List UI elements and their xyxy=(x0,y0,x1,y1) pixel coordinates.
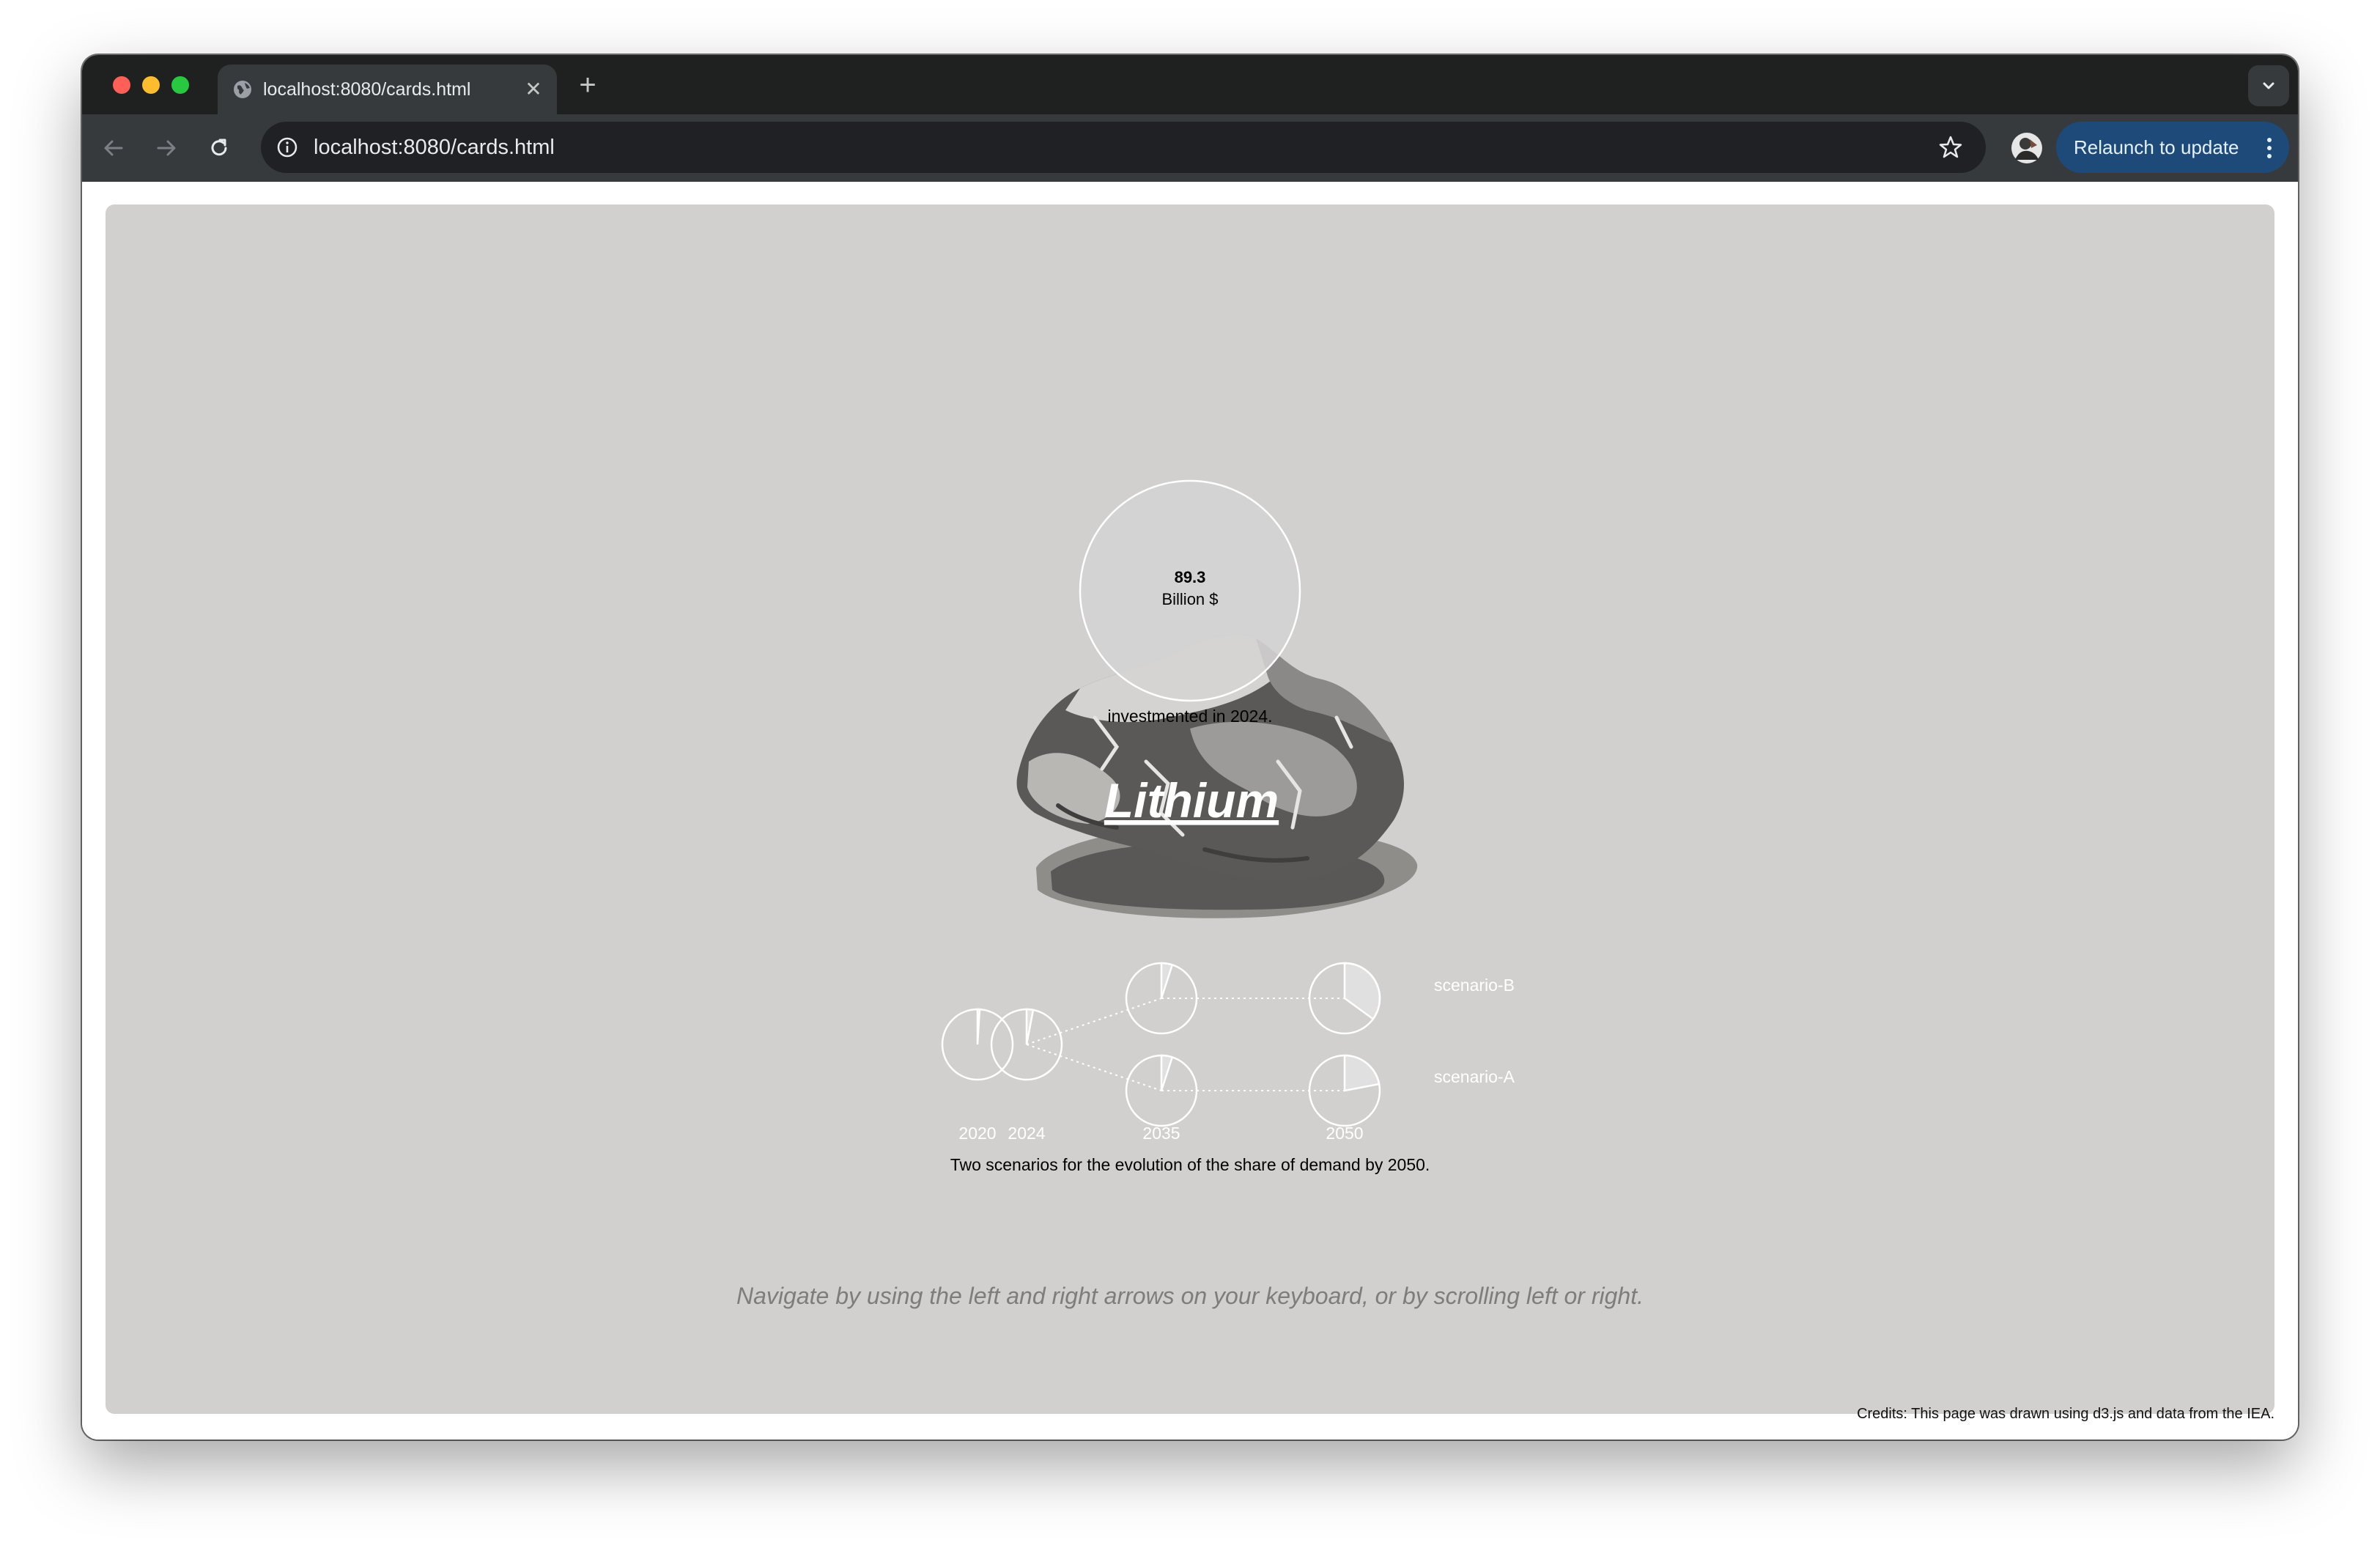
reload-icon[interactable] xyxy=(205,134,233,162)
investment-unit: Billion $ xyxy=(1161,590,1218,608)
series-label-scenario-b: scenario-B xyxy=(1434,976,1515,995)
series-label-scenario-a: scenario-A xyxy=(1434,1067,1515,1086)
navigation-hint: Navigate by using the left and right arr… xyxy=(736,1283,1644,1309)
globe-icon xyxy=(234,81,251,98)
scenario-connector xyxy=(1026,998,1162,1045)
scenario-connector xyxy=(1026,1044,1162,1091)
browser-window: localhost:8080/cards.html ✕ + localhost:… xyxy=(82,55,2298,1440)
tab-active[interactable]: localhost:8080/cards.html ✕ xyxy=(218,64,557,116)
page-viewport: 89.3 Billion $ investmented in 2024. Lit… xyxy=(82,182,2298,1440)
investment-value: 89.3 xyxy=(1175,568,1206,586)
avatar[interactable] xyxy=(2009,130,2044,166)
year-label-2050: 2050 xyxy=(1326,1124,1363,1143)
investment-caption: investmented in 2024. xyxy=(1107,707,1272,726)
plus-icon[interactable]: + xyxy=(573,70,602,101)
browser-toolbar: localhost:8080/cards.html Relaunch to up… xyxy=(82,114,2298,182)
kebab-menu-icon[interactable] xyxy=(2264,136,2274,160)
tab-title: localhost:8080/cards.html xyxy=(263,79,471,100)
year-label-2020: 2020 xyxy=(958,1124,996,1143)
mineral-card: 89.3 Billion $ investmented in 2024. Lit… xyxy=(106,204,2274,1414)
relaunch-label: Relaunch to update xyxy=(2074,136,2239,158)
chevron-down-icon xyxy=(2263,82,2274,89)
close-window-button[interactable] xyxy=(113,76,130,94)
arrow-left-icon[interactable] xyxy=(100,134,128,162)
credits: Credits: This page was drawn using d3.js… xyxy=(1857,1406,2274,1422)
mineral-title-link[interactable]: Lithium xyxy=(1104,773,1279,828)
url-text[interactable]: localhost:8080/cards.html xyxy=(314,134,555,161)
star-icon[interactable] xyxy=(1937,134,1964,161)
address-bar[interactable]: localhost:8080/cards.html xyxy=(261,122,1986,173)
year-label-2024: 2024 xyxy=(1008,1124,1045,1143)
info-icon[interactable] xyxy=(276,136,299,159)
maximize-window-button[interactable] xyxy=(171,76,189,94)
pie-2024 xyxy=(990,1008,1063,1081)
demand-scenarios-chart: scenario-B scenario-A 2020 2024 2035 2050 xyxy=(941,962,1515,1143)
tab-strip: localhost:8080/cards.html ✕ + xyxy=(82,55,2298,116)
year-label-2035: 2035 xyxy=(1142,1124,1180,1143)
chart-caption: Two scenarios for the evolution of the s… xyxy=(950,1155,1430,1174)
arrow-right-icon[interactable] xyxy=(152,134,180,162)
card-graphic: 89.3 Billion $ investmented in 2024. Lit… xyxy=(736,479,1644,1309)
close-icon[interactable]: ✕ xyxy=(522,78,544,100)
relaunch-button[interactable]: Relaunch to update xyxy=(2056,122,2289,173)
tab-search-button[interactable] xyxy=(2248,65,2289,106)
minimize-window-button[interactable] xyxy=(142,76,160,94)
